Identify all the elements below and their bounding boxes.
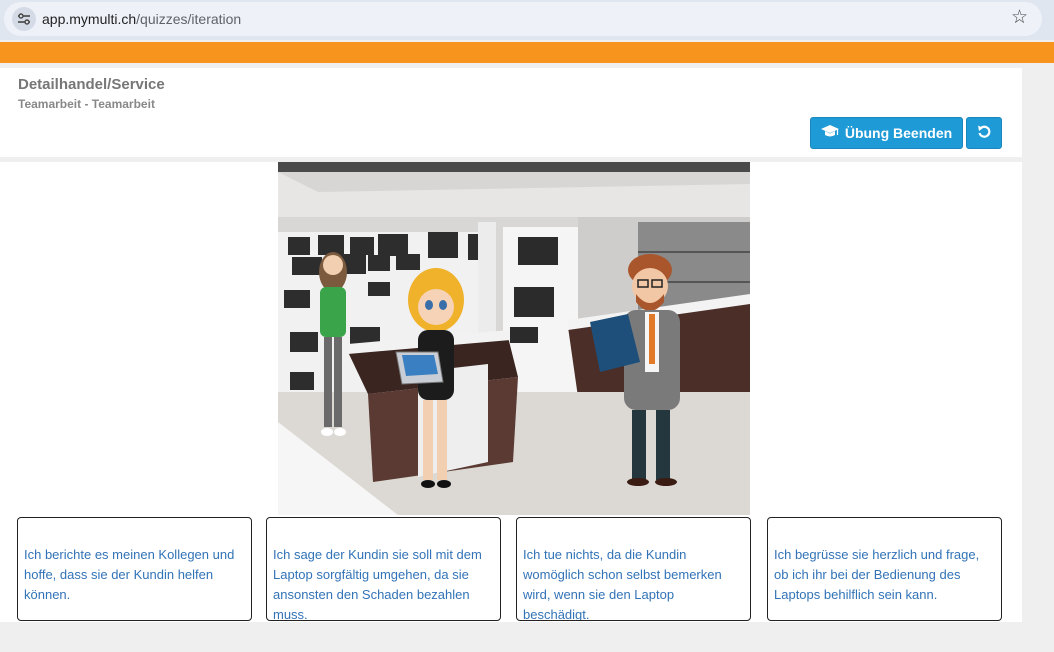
store-scene-image [278, 162, 750, 515]
answer-option-2[interactable]: Ich sage der Kundin sie soll mit dem Lap… [266, 517, 501, 621]
end-exercise-button[interactable]: Übung Beenden [810, 117, 963, 149]
quiz-content: Ich berichte es meinen Kollegen und hoff… [0, 162, 1022, 622]
restart-button[interactable] [966, 117, 1002, 149]
bookmark-star-icon[interactable]: ☆ [1011, 8, 1028, 27]
site-settings-icon[interactable] [12, 7, 36, 31]
browser-toolbar: app.mymulti.ch/quizzes/iteration ☆ [0, 0, 1054, 40]
undo-icon [977, 124, 991, 143]
quiz-header: Detailhandel/Service Teamarbeit - Teamar… [0, 68, 1022, 157]
page-subtitle: Teamarbeit - Teamarbeit [18, 97, 155, 111]
page-title: Detailhandel/Service [18, 76, 165, 93]
end-exercise-label: Übung Beenden [844, 125, 953, 141]
url-host: app.mymulti.ch [42, 11, 137, 27]
answer-option-3[interactable]: Ich tue nichts, da die Kundin womöglich … [516, 517, 751, 621]
address-bar[interactable]: app.mymulti.ch/quizzes/iteration ☆ [4, 2, 1042, 36]
answer-option-4[interactable]: Ich begrüsse sie herzlich und frage, ob … [767, 517, 1002, 621]
url-text[interactable]: app.mymulti.ch/quizzes/iteration [42, 11, 241, 27]
graduation-cap-icon [820, 125, 839, 141]
brand-stripe [0, 42, 1054, 63]
answer-option-1[interactable]: Ich berichte es meinen Kollegen und hoff… [17, 517, 252, 621]
url-path: /quizzes/iteration [136, 11, 242, 27]
